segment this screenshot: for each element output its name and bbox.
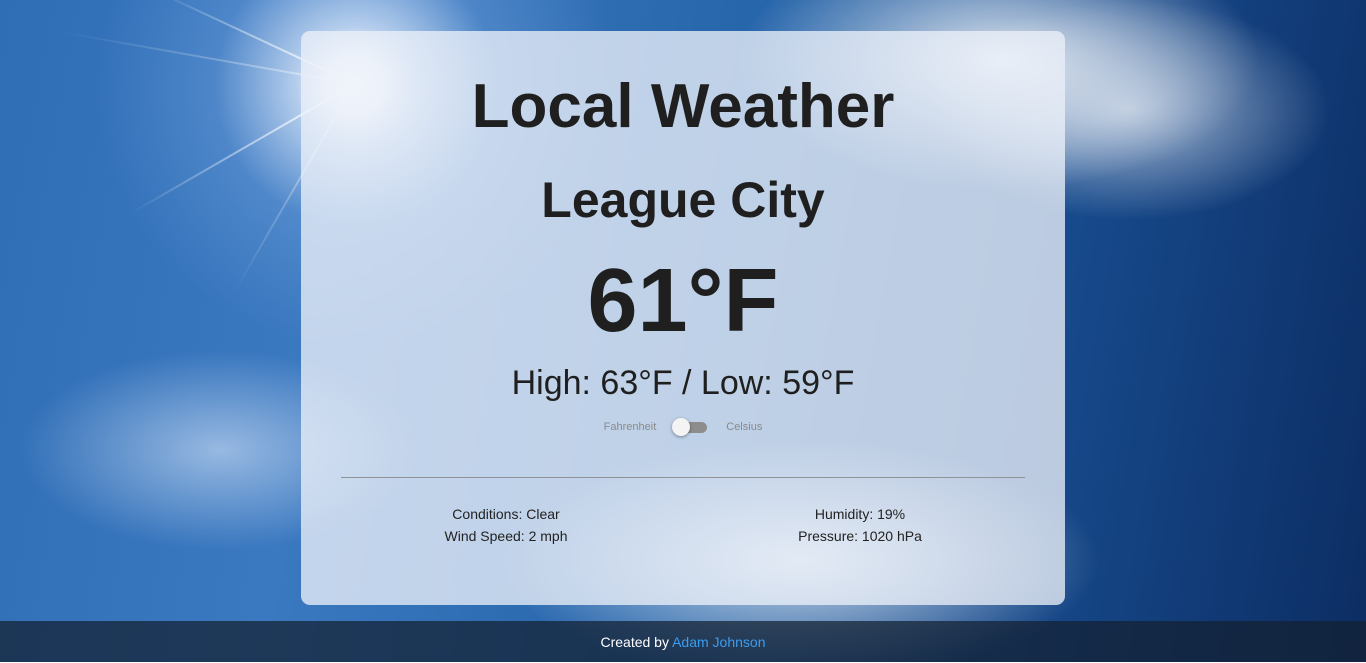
conditions-text: Conditions: Clear [452,506,560,522]
weather-card: Local Weather League City 61°F High: 63°… [301,31,1065,605]
pressure-text: Pressure: 1020 hPa [798,528,922,544]
wind-speed-text: Wind Speed: 2 mph [444,528,568,544]
high-low-temperature: High: 63°F / Low: 59°F [511,364,855,402]
author-link[interactable]: Adam Johnson [672,634,765,650]
fahrenheit-label: Fahrenheit [603,421,657,433]
footer: Created by Adam Johnson [0,621,1366,662]
divider [341,477,1025,478]
footer-prefix: Created by [600,634,673,650]
details-left: Conditions: Clear Wind Speed: 2 mph [406,503,606,547]
unit-toggle-row: Fahrenheit Celsius [301,417,1065,437]
toggle-knob [672,418,691,436]
celsius-label: Celsius [726,421,763,433]
unit-toggle-switch[interactable] [672,417,710,437]
current-temperature: 61°F [587,251,779,351]
humidity-text: Humidity: 19% [814,506,906,522]
details-right: Humidity: 19% Pressure: 1020 hPa [760,503,960,547]
city-name: League City [541,172,825,228]
page-title: Local Weather [471,72,895,141]
